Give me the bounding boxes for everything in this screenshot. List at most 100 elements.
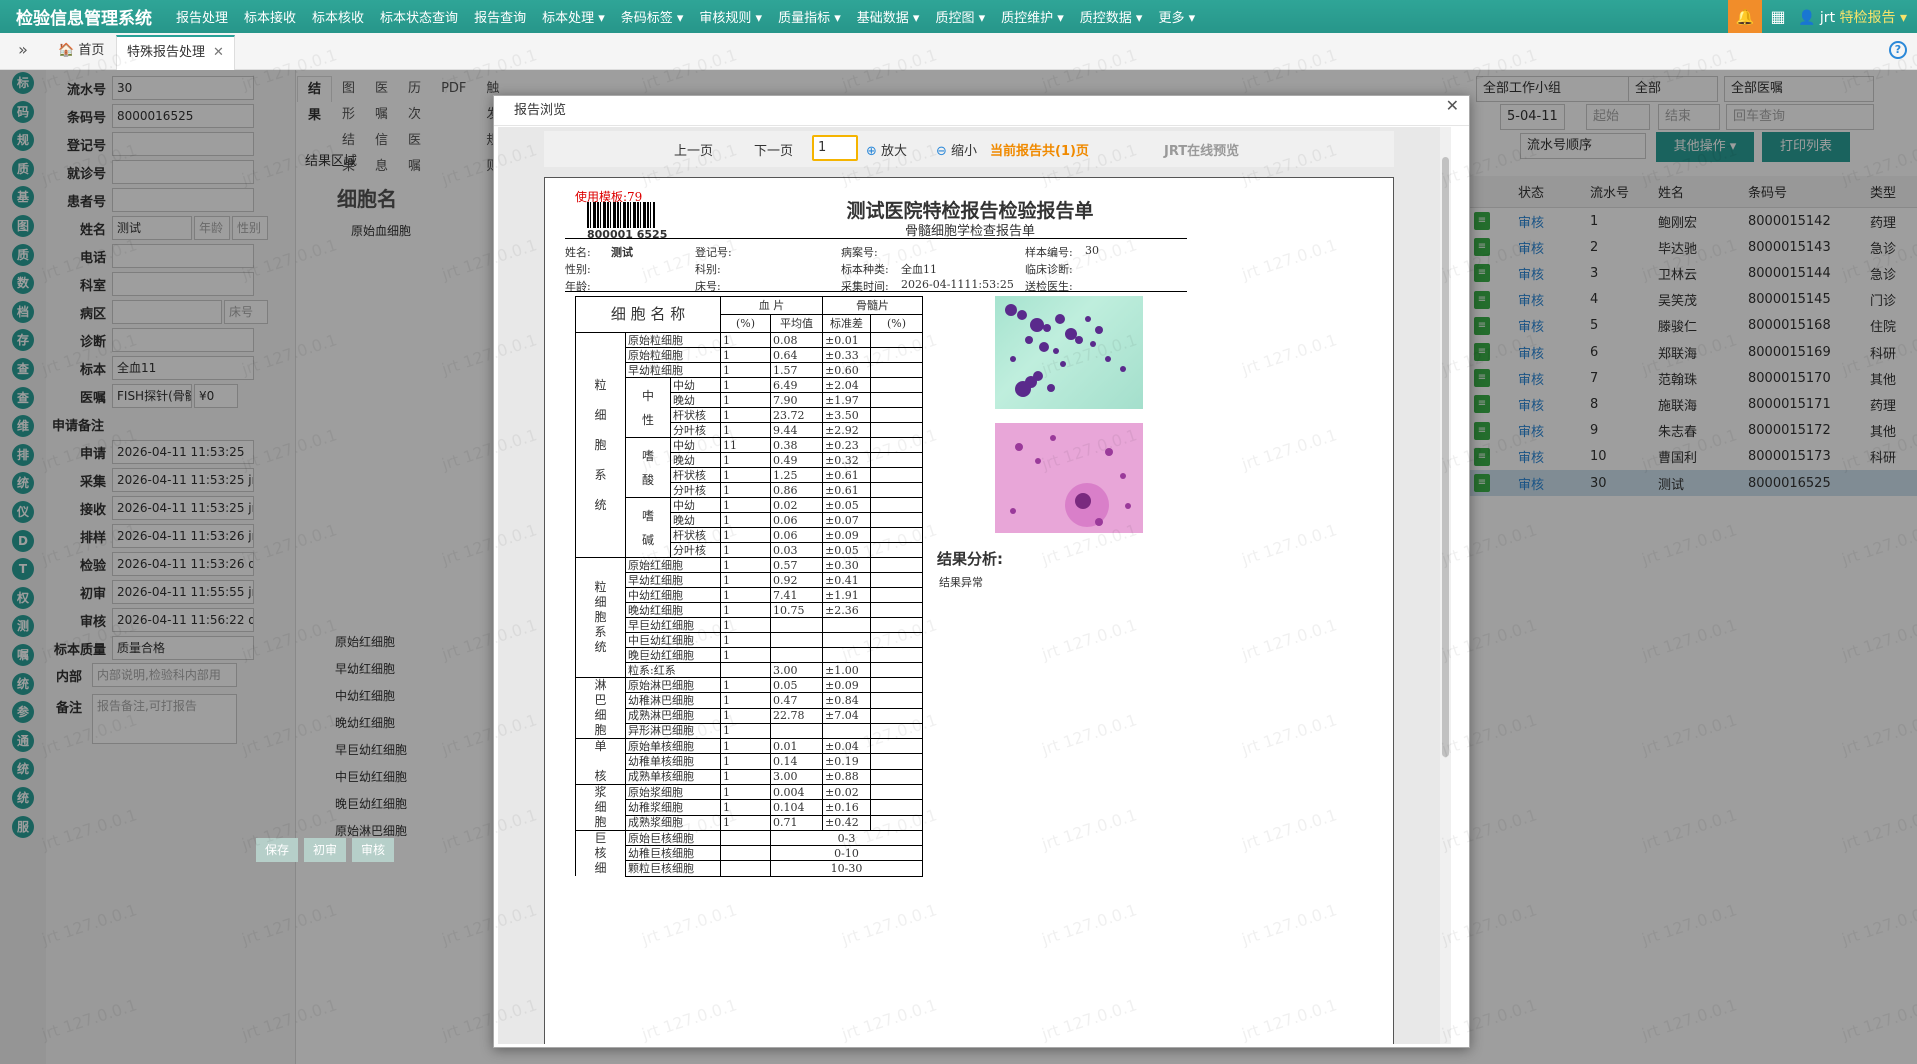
cell-mean: 7.90: [770, 392, 823, 408]
menu-item[interactable]: 报告处理: [168, 7, 236, 26]
cell-name: 原始红细胞: [625, 557, 721, 573]
cell-marrow-pct: [870, 632, 923, 648]
cell-pct: 1: [720, 482, 771, 498]
cell-dot: [1120, 473, 1126, 479]
zoom-out-icon: ⊖: [936, 144, 947, 159]
user-name: jrt: [1819, 9, 1836, 26]
menu-item[interactable]: 标本接收: [236, 7, 304, 26]
menu-item[interactable]: 标本处理 ▾: [534, 7, 613, 26]
menu-item[interactable]: 审核规则 ▾: [691, 7, 770, 26]
bell-icon[interactable]: 🔔: [1728, 0, 1763, 33]
cell-sd: ±0.41: [822, 572, 871, 588]
zoom-in-button[interactable]: ⊕ 放大: [866, 140, 907, 159]
zoom-in-label: 放大: [881, 144, 908, 159]
cell-dot: [1053, 348, 1059, 354]
save-button[interactable]: 保存: [256, 838, 298, 862]
info-name_l: 姓名:: [565, 246, 591, 259]
menu-item[interactable]: 基础数据 ▾: [849, 7, 928, 26]
cell-pct: [720, 829, 771, 847]
menu-item[interactable]: 条码标签 ▾: [613, 7, 692, 26]
cell-pct: 1: [720, 722, 771, 740]
close-modal-icon[interactable]: ✕: [1446, 96, 1459, 115]
group-label: 淋 巴 细 胞: [575, 677, 626, 739]
cell-marrow-pct: [870, 814, 923, 832]
cell-pct: 1: [720, 572, 771, 588]
cell-sd: [822, 617, 871, 633]
zoom-in-icon: ⊕: [866, 144, 877, 159]
grid-icon[interactable]: ▦: [1762, 7, 1794, 26]
cell-name: 幼稚单核细胞: [625, 753, 721, 770]
cell-pct: 1: [720, 422, 771, 438]
cell-mean: 0.38: [770, 437, 823, 453]
prev-page-button[interactable]: 上一页: [674, 140, 713, 159]
cell-name: 成熟单核细胞: [625, 768, 721, 786]
menu-item[interactable]: 更多 ▾: [1150, 7, 1203, 26]
viewer-scrollbar[interactable]: [1440, 127, 1451, 1044]
cell-pct: 1: [720, 707, 771, 724]
cell-sd: ±0.04: [822, 737, 871, 755]
tab-home[interactable]: 🏠 首页: [48, 35, 114, 70]
cell-marrow-pct: [870, 407, 923, 423]
cell-dot: [1043, 324, 1051, 332]
menu-item[interactable]: 质量指标 ▾: [770, 7, 849, 26]
group-label: 巨 核 细: [575, 830, 626, 876]
cell-dot: [1075, 493, 1091, 509]
scroll-thumb[interactable]: [1442, 157, 1449, 757]
cell-mean: 0.57: [770, 557, 823, 573]
cell-mean: 0.06: [770, 527, 823, 543]
menu-item[interactable]: 质控数据 ▾: [1072, 7, 1151, 26]
divider: [565, 238, 1187, 239]
cell-marrow-pct: [870, 557, 923, 573]
menu-item[interactable]: 质控图 ▾: [927, 7, 993, 26]
cell-marrow-pct: [870, 647, 923, 663]
cell-name: 分叶核: [670, 482, 721, 498]
tab-special-report[interactable]: 特殊报告处理 ✕: [116, 35, 235, 70]
collapse-icon[interactable]: »: [0, 33, 46, 70]
cell-pct: [720, 845, 771, 862]
cell-pct: 1: [720, 467, 771, 483]
divider: [565, 291, 1187, 292]
report-subtitle: 骨髓细胞学检查报告单: [904, 224, 1035, 239]
cell-name: 晚幼红细胞: [625, 602, 721, 618]
cell-mean: 1.25: [770, 467, 823, 483]
cell-mean: 22.78: [770, 707, 823, 724]
cell-sd: ±0.23: [822, 437, 871, 453]
info-case_l: 病案号:: [841, 246, 878, 259]
cell-marrow-pct: [870, 467, 923, 483]
cell-sd: ±2.92: [822, 422, 871, 438]
cell-sd: ±1.97: [822, 392, 871, 408]
cell-mean: [770, 617, 823, 633]
help-icon[interactable]: ?: [1889, 41, 1907, 59]
cell-name: 幼稚浆细胞: [625, 799, 721, 816]
cell-mean: [770, 722, 823, 740]
cell-marrow-pct: [870, 587, 923, 603]
first-audit-button[interactable]: 初审: [304, 838, 346, 862]
cell-sd: [822, 722, 871, 740]
menu-item[interactable]: 报告查询: [466, 7, 534, 26]
next-page-button[interactable]: 下一页: [754, 140, 793, 159]
cell-mean: 0.05: [770, 676, 823, 694]
cell-sd: ±0.09: [822, 676, 871, 694]
report-title: 测试医院特检报告检验报告单: [846, 200, 1094, 222]
menu-item[interactable]: 质控维护 ▾: [993, 7, 1072, 26]
cell-name: 杆状核: [670, 467, 721, 483]
cell-name: 颗粒巨核细胞: [625, 860, 721, 877]
top-navbar: 检验信息管理系统 报告处理 标本接收 标本核收 标本状态查询 报告查询 标本处理 ▾ 条码标…: [0, 0, 1917, 33]
menu-item[interactable]: 标本核收: [304, 7, 372, 26]
page-count: 当前报告共(1)页: [990, 144, 1089, 159]
col-sub: 平均值: [770, 314, 823, 333]
page-input[interactable]: 1: [812, 135, 858, 161]
cell-sd: ±0.33: [822, 347, 871, 363]
cell-dot: [1033, 371, 1043, 381]
menu-item[interactable]: 标本状态查询: [372, 7, 466, 26]
tab-home-label: 首页: [78, 43, 105, 58]
zoom-out-button[interactable]: ⊖ 缩小: [936, 140, 977, 159]
cell-pct: [720, 662, 771, 678]
cell-dot: [1095, 518, 1103, 526]
cell-dot: [1105, 356, 1111, 362]
cell-pct: 1: [720, 753, 771, 770]
user-menu[interactable]: 👤 jrt 特检报告 ▾: [1794, 7, 1917, 27]
close-tab-icon[interactable]: ✕: [213, 45, 224, 60]
cell-dot: [1047, 384, 1055, 392]
audit-button[interactable]: 审核: [352, 838, 394, 862]
